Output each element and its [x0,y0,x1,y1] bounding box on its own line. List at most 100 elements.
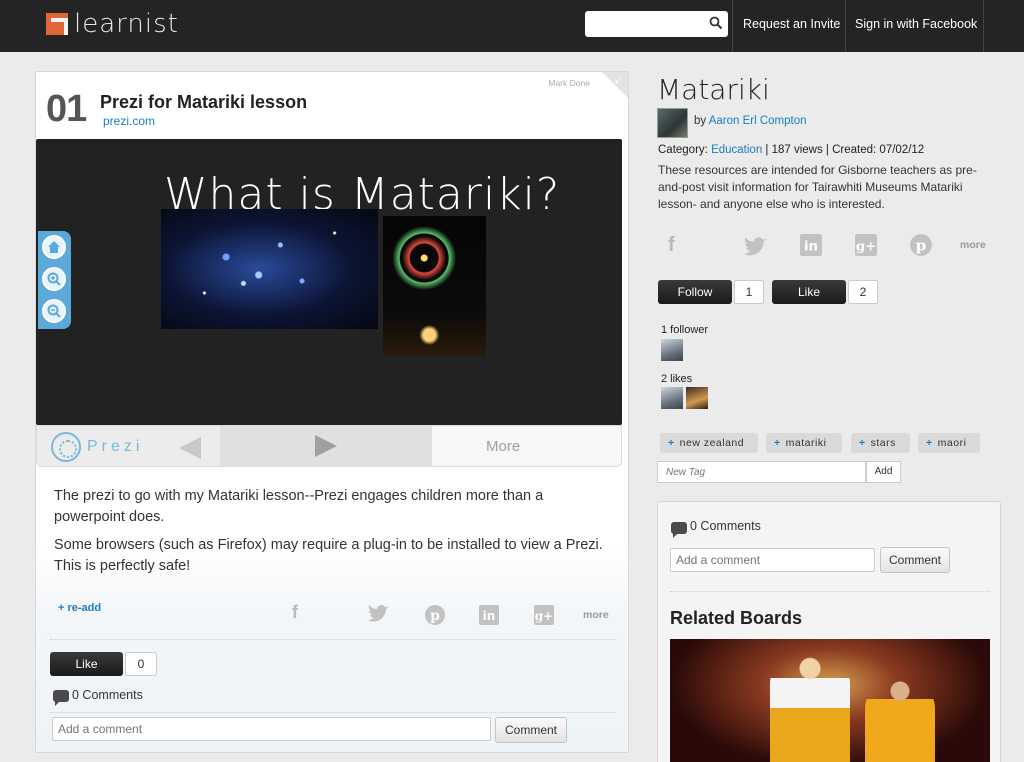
new-tag-input[interactable] [657,461,866,483]
share-more-link[interactable]: more [960,239,986,251]
zoom-controls [38,231,71,329]
search-input[interactable] [585,11,705,35]
svg-text:p: p [916,236,927,254]
plus-icon: + [774,437,781,449]
readd-link[interactable]: + re-add [58,602,101,614]
prezi-more-label: More [486,438,521,455]
zoom-out-icon[interactable] [42,299,66,323]
search-icon[interactable] [709,16,723,30]
tag-label: stars [870,437,896,449]
liker-avatar[interactable] [686,387,708,409]
tag-maori[interactable]: + maori [918,433,980,453]
next-arrow-icon [315,435,337,457]
board-stats: | 187 views | Created: 07/02/12 [765,144,925,156]
prezi-brand: Prezi [87,438,144,455]
top-navigation-bar: learnist Request an Invite Sign in with … [0,0,1024,52]
learning-item-card: Mark Done ✓ 01 Prezi for Matariki lesson… [35,71,629,753]
liker-avatar[interactable] [661,387,683,409]
related-boards-heading: Related Boards [670,608,803,628]
divider [670,591,990,592]
item-number: 01 [46,88,87,130]
item-description: The prezi to go with my Matariki lesson-… [54,488,544,525]
nav-divider [983,0,984,52]
twitter-icon[interactable] [744,236,768,256]
logo-text: learnist [74,9,179,39]
linkedin-icon[interactable]: in [479,605,499,625]
tag-stars[interactable]: + stars [851,433,910,453]
category-link[interactable]: Education [711,144,762,156]
board-like-button[interactable]: Like [772,280,846,304]
zoom-in-icon[interactable] [42,267,66,291]
follow-button[interactable]: Follow [658,280,732,304]
sign-in-facebook-link[interactable]: Sign in with Facebook [855,17,977,31]
pinterest-icon[interactable]: p [424,604,446,626]
linkedin-icon[interactable]: in [800,234,822,256]
fireworks-image [383,216,486,356]
share-more-link[interactable]: more [583,609,609,621]
nav-divider [732,0,733,52]
board-like-count: 2 [848,280,878,304]
author-link[interactable]: Aaron Erl Compton [709,115,807,127]
next-button[interactable] [220,426,432,466]
comment-icon [671,522,687,538]
google-plus-icon[interactable]: g+ [855,234,877,256]
pleiades-image [161,209,378,329]
add-tag-button[interactable]: Add [866,461,901,483]
twitter-icon[interactable] [368,604,390,622]
request-invite-link[interactable]: Request an Invite [743,17,840,31]
nav-divider [845,0,846,52]
logo-icon [46,13,68,35]
like-button[interactable]: Like [50,652,123,676]
svg-text:p: p [430,608,440,624]
prezi-control-bar: Prezi More [36,425,622,467]
home-icon[interactable] [42,235,66,259]
plus-icon: + [926,437,933,449]
pinterest-icon[interactable]: p [909,233,933,257]
prezi-viewer[interactable]: What is Matariki? [36,139,622,425]
comments-count: 0 Comments [72,688,143,702]
mark-done-label[interactable]: Mark Done [548,78,590,88]
likes-label: 2 likes [661,373,693,385]
board-description: These resources are intended for Gisborn… [658,163,977,211]
divider [50,712,616,713]
board-comments-panel: 0 Comments Comment Related Boards [657,501,1001,762]
like-count: 0 [125,652,157,676]
follow-count: 1 [734,280,764,304]
comment-button[interactable]: Comment [495,717,567,743]
item-description: Some browsers (such as Firefox) may requ… [54,537,603,574]
follower-avatar[interactable] [661,339,683,361]
board-meta: Category: Education | 187 views | Create… [658,144,924,156]
author-byline: by Aaron Erl Compton [694,115,807,127]
svg-text:g+: g+ [535,609,553,623]
tag-label: matariki [785,437,827,449]
learnist-logo[interactable]: learnist [46,9,179,39]
dancer-figure [770,654,850,762]
followers-label: 1 follower [661,324,709,336]
google-plus-icon[interactable]: g+ [534,605,554,625]
author-avatar[interactable] [657,108,688,138]
dancer-figure [865,679,935,762]
tag-label: new zealand [679,437,745,449]
comment-input[interactable] [52,717,491,741]
svg-text:in: in [804,240,818,255]
svg-text:g+: g+ [856,240,876,255]
item-source-link[interactable]: prezi.com [103,114,155,128]
facebook-icon[interactable]: f [292,602,298,623]
plus-icon: + [859,437,866,449]
tag-label: maori [937,437,967,449]
prezi-more-button[interactable]: More [432,426,621,466]
board-comment-input[interactable] [670,548,875,572]
svg-text:in: in [483,609,496,623]
comment-icon [53,690,69,706]
board-title: Matariki [657,73,770,106]
board-comment-button[interactable]: Comment [880,547,950,573]
related-board-image[interactable] [670,639,990,762]
facebook-icon[interactable]: f [668,234,675,257]
divider [50,639,616,640]
category-label: Category: [658,144,708,156]
plus-icon: + [668,437,675,449]
tag-new-zealand[interactable]: + new zealand [660,433,758,453]
search-box [585,11,728,37]
previous-arrow-icon[interactable] [179,437,201,459]
tag-matariki[interactable]: + matariki [766,433,842,453]
